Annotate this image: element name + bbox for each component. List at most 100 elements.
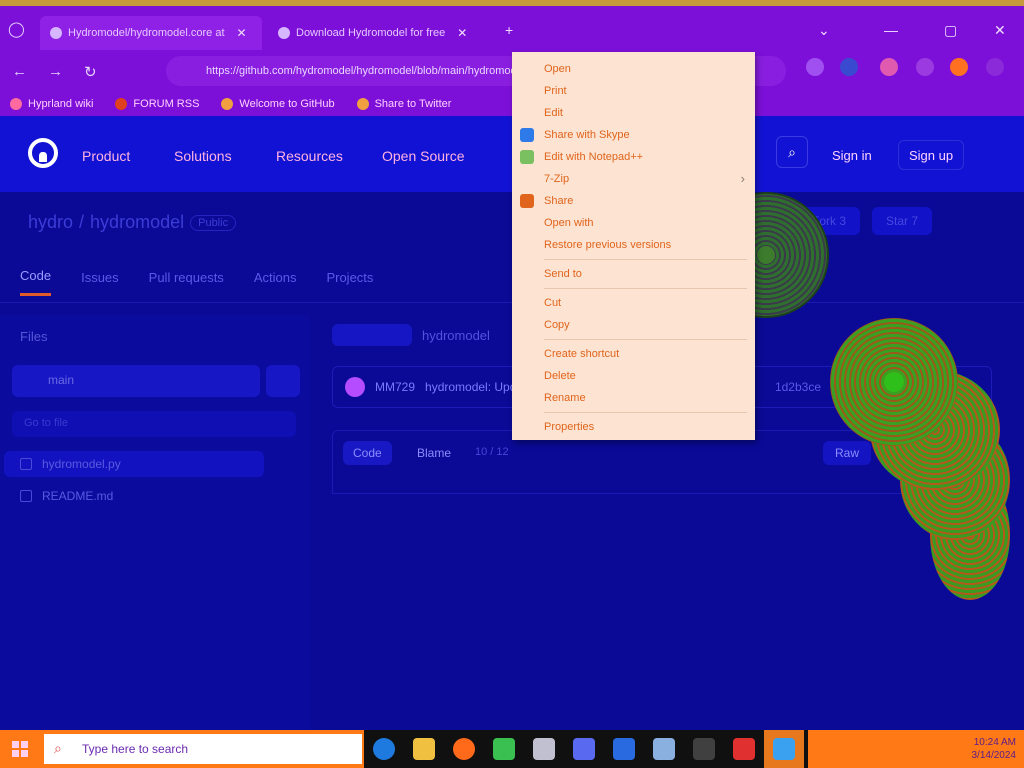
context-menu-label: Share with Skype xyxy=(544,129,630,141)
bookmark-item[interactable]: Hyprland wiki xyxy=(10,98,93,110)
extension-icon[interactable] xyxy=(806,58,824,76)
context-menu-item[interactable]: Open xyxy=(512,58,755,80)
forward-icon[interactable]: → xyxy=(48,63,63,80)
context-menu-item[interactable]: Create shortcut xyxy=(512,343,755,365)
new-tab-icon[interactable]: + xyxy=(505,22,513,38)
bookmark-item[interactable]: Welcome to GitHub xyxy=(221,98,335,110)
context-menu-item[interactable]: Open with xyxy=(512,212,755,234)
browser-tab-active[interactable]: Hydromodel/hydromodel.core at ✕ xyxy=(40,16,262,50)
raw-button[interactable]: Raw xyxy=(822,441,871,465)
bookmark-icon xyxy=(356,98,369,110)
extension-icon[interactable] xyxy=(880,58,898,76)
context-menu: Open Print Edit Share with Skype Edit with N… xyxy=(512,52,755,440)
files-heading: Files xyxy=(20,329,48,344)
tab-code-view[interactable]: Code xyxy=(343,441,392,465)
repo-name[interactable]: hydromodel xyxy=(90,212,184,233)
profile-avatar-icon[interactable] xyxy=(950,58,968,76)
maximize-icon[interactable]: ▢ xyxy=(944,22,957,39)
file-tree-item[interactable]: hydromodel.py xyxy=(4,451,264,477)
bookmark-item[interactable]: Share to Twitter xyxy=(356,98,451,110)
search-icon[interactable]: ⌕ xyxy=(776,136,808,168)
avatar[interactable] xyxy=(345,377,365,397)
extension-icon[interactable] xyxy=(916,58,934,76)
cursor-ripple-indicator xyxy=(830,318,958,446)
taskbar-search-input[interactable]: ⌕ Type here to search xyxy=(44,734,362,764)
taskbar-app-button[interactable] xyxy=(564,730,604,768)
file-line-count: 10 / 12 xyxy=(475,446,509,458)
nav-product[interactable]: Product xyxy=(82,148,130,164)
star-button[interactable]: Star 7 xyxy=(872,207,933,235)
menu-separator xyxy=(544,412,747,413)
file-name: README.md xyxy=(42,489,114,503)
context-menu-item[interactable]: Edit xyxy=(512,102,755,124)
terminal-icon xyxy=(693,738,715,760)
file-tree-item[interactable]: README.md xyxy=(20,483,113,509)
commit-author[interactable]: MM729 xyxy=(375,380,415,394)
tab-actions[interactable]: Actions xyxy=(254,270,297,295)
context-menu-item[interactable]: 7-Zip › xyxy=(512,168,755,190)
taskbar-app-button[interactable] xyxy=(764,730,804,768)
menu-separator xyxy=(544,288,747,289)
tab-code[interactable]: Code xyxy=(20,268,52,296)
menu-separator xyxy=(544,339,747,340)
nav-open-source[interactable]: Open Source xyxy=(382,148,465,164)
minimize-icon[interactable]: — xyxy=(884,22,898,38)
nav-solutions[interactable]: Solutions xyxy=(174,148,232,164)
context-menu-item[interactable]: Cut xyxy=(512,292,755,314)
browser-tab[interactable]: Download Hydromodel for free ✕ xyxy=(268,16,518,50)
tab-favicon-icon xyxy=(278,27,290,39)
tab-projects[interactable]: Projects xyxy=(326,270,373,295)
branch-selector[interactable]: main xyxy=(12,365,260,397)
taskbar-app-button[interactable] xyxy=(604,730,644,768)
taskbar-app-button[interactable] xyxy=(404,730,444,768)
nav-resources[interactable]: Resources xyxy=(276,148,343,164)
github-favicon-icon xyxy=(50,27,62,39)
context-menu-item[interactable]: Edit with Notepad++ xyxy=(512,146,755,168)
photos-icon xyxy=(533,738,555,760)
context-menu-item[interactable]: Share xyxy=(512,190,755,212)
context-menu-label: Create shortcut xyxy=(544,348,620,360)
menu-icon[interactable] xyxy=(986,58,1004,76)
windows-start-icon[interactable] xyxy=(0,730,40,768)
extension-icon[interactable] xyxy=(840,58,858,76)
commit-hash[interactable]: 1d2b3ce xyxy=(775,380,821,394)
context-menu-item[interactable]: Send to xyxy=(512,263,755,285)
tab-search-icon[interactable]: ⌄ xyxy=(818,22,830,39)
sign-in-link[interactable]: Sign in xyxy=(822,140,882,170)
repo-owner[interactable]: hydro xyxy=(28,212,73,233)
context-menu-item[interactable]: Delete xyxy=(512,365,755,387)
back-icon[interactable]: ← xyxy=(12,63,27,80)
system-tray[interactable]: 10:24 AM 3/14/2024 xyxy=(972,736,1017,762)
context-menu-item[interactable]: Rename xyxy=(512,387,755,409)
taskbar-app-button[interactable] xyxy=(524,730,564,768)
close-window-icon[interactable]: ✕ xyxy=(994,22,1006,39)
taskbar-app-button[interactable] xyxy=(684,730,724,768)
tab-actions-icon[interactable]: ◯ xyxy=(8,20,25,38)
close-tab-icon[interactable]: ✕ xyxy=(457,26,467,40)
repo-separator: / xyxy=(79,212,85,232)
breadcrumb-repo-link[interactable]: hydromodel xyxy=(422,328,490,343)
add-file-button[interactable] xyxy=(266,365,300,397)
taskbar-app-button[interactable] xyxy=(444,730,484,768)
go-to-file-input[interactable]: Go to file xyxy=(12,411,296,437)
sign-up-button[interactable]: Sign up xyxy=(898,140,965,170)
taskbar-app-button[interactable] xyxy=(364,730,404,768)
context-menu-item[interactable]: Share with Skype xyxy=(512,124,755,146)
tab-blame-view[interactable]: Blame xyxy=(407,441,461,465)
refresh-icon[interactable]: ↻ xyxy=(84,63,97,81)
context-menu-item[interactable]: Restore previous versions xyxy=(512,234,755,256)
bookmark-item[interactable]: FORUM RSS xyxy=(115,98,199,110)
taskbar-app-button[interactable] xyxy=(724,730,764,768)
context-menu-item[interactable]: Properties xyxy=(512,416,755,438)
tab-pull-requests[interactable]: Pull requests xyxy=(149,270,224,295)
tab-issues[interactable]: Issues xyxy=(81,270,119,295)
close-tab-icon[interactable]: ✕ xyxy=(237,26,247,40)
github-logo-icon[interactable] xyxy=(28,138,58,168)
side-panel-toggle[interactable] xyxy=(332,324,412,346)
context-menu-item[interactable]: Print xyxy=(512,80,755,102)
taskbar-app-button[interactable] xyxy=(644,730,684,768)
photos-app-icon xyxy=(773,738,795,760)
context-menu-item[interactable]: Copy xyxy=(512,314,755,336)
chevron-right-icon: › xyxy=(740,171,745,186)
taskbar-app-button[interactable] xyxy=(484,730,524,768)
